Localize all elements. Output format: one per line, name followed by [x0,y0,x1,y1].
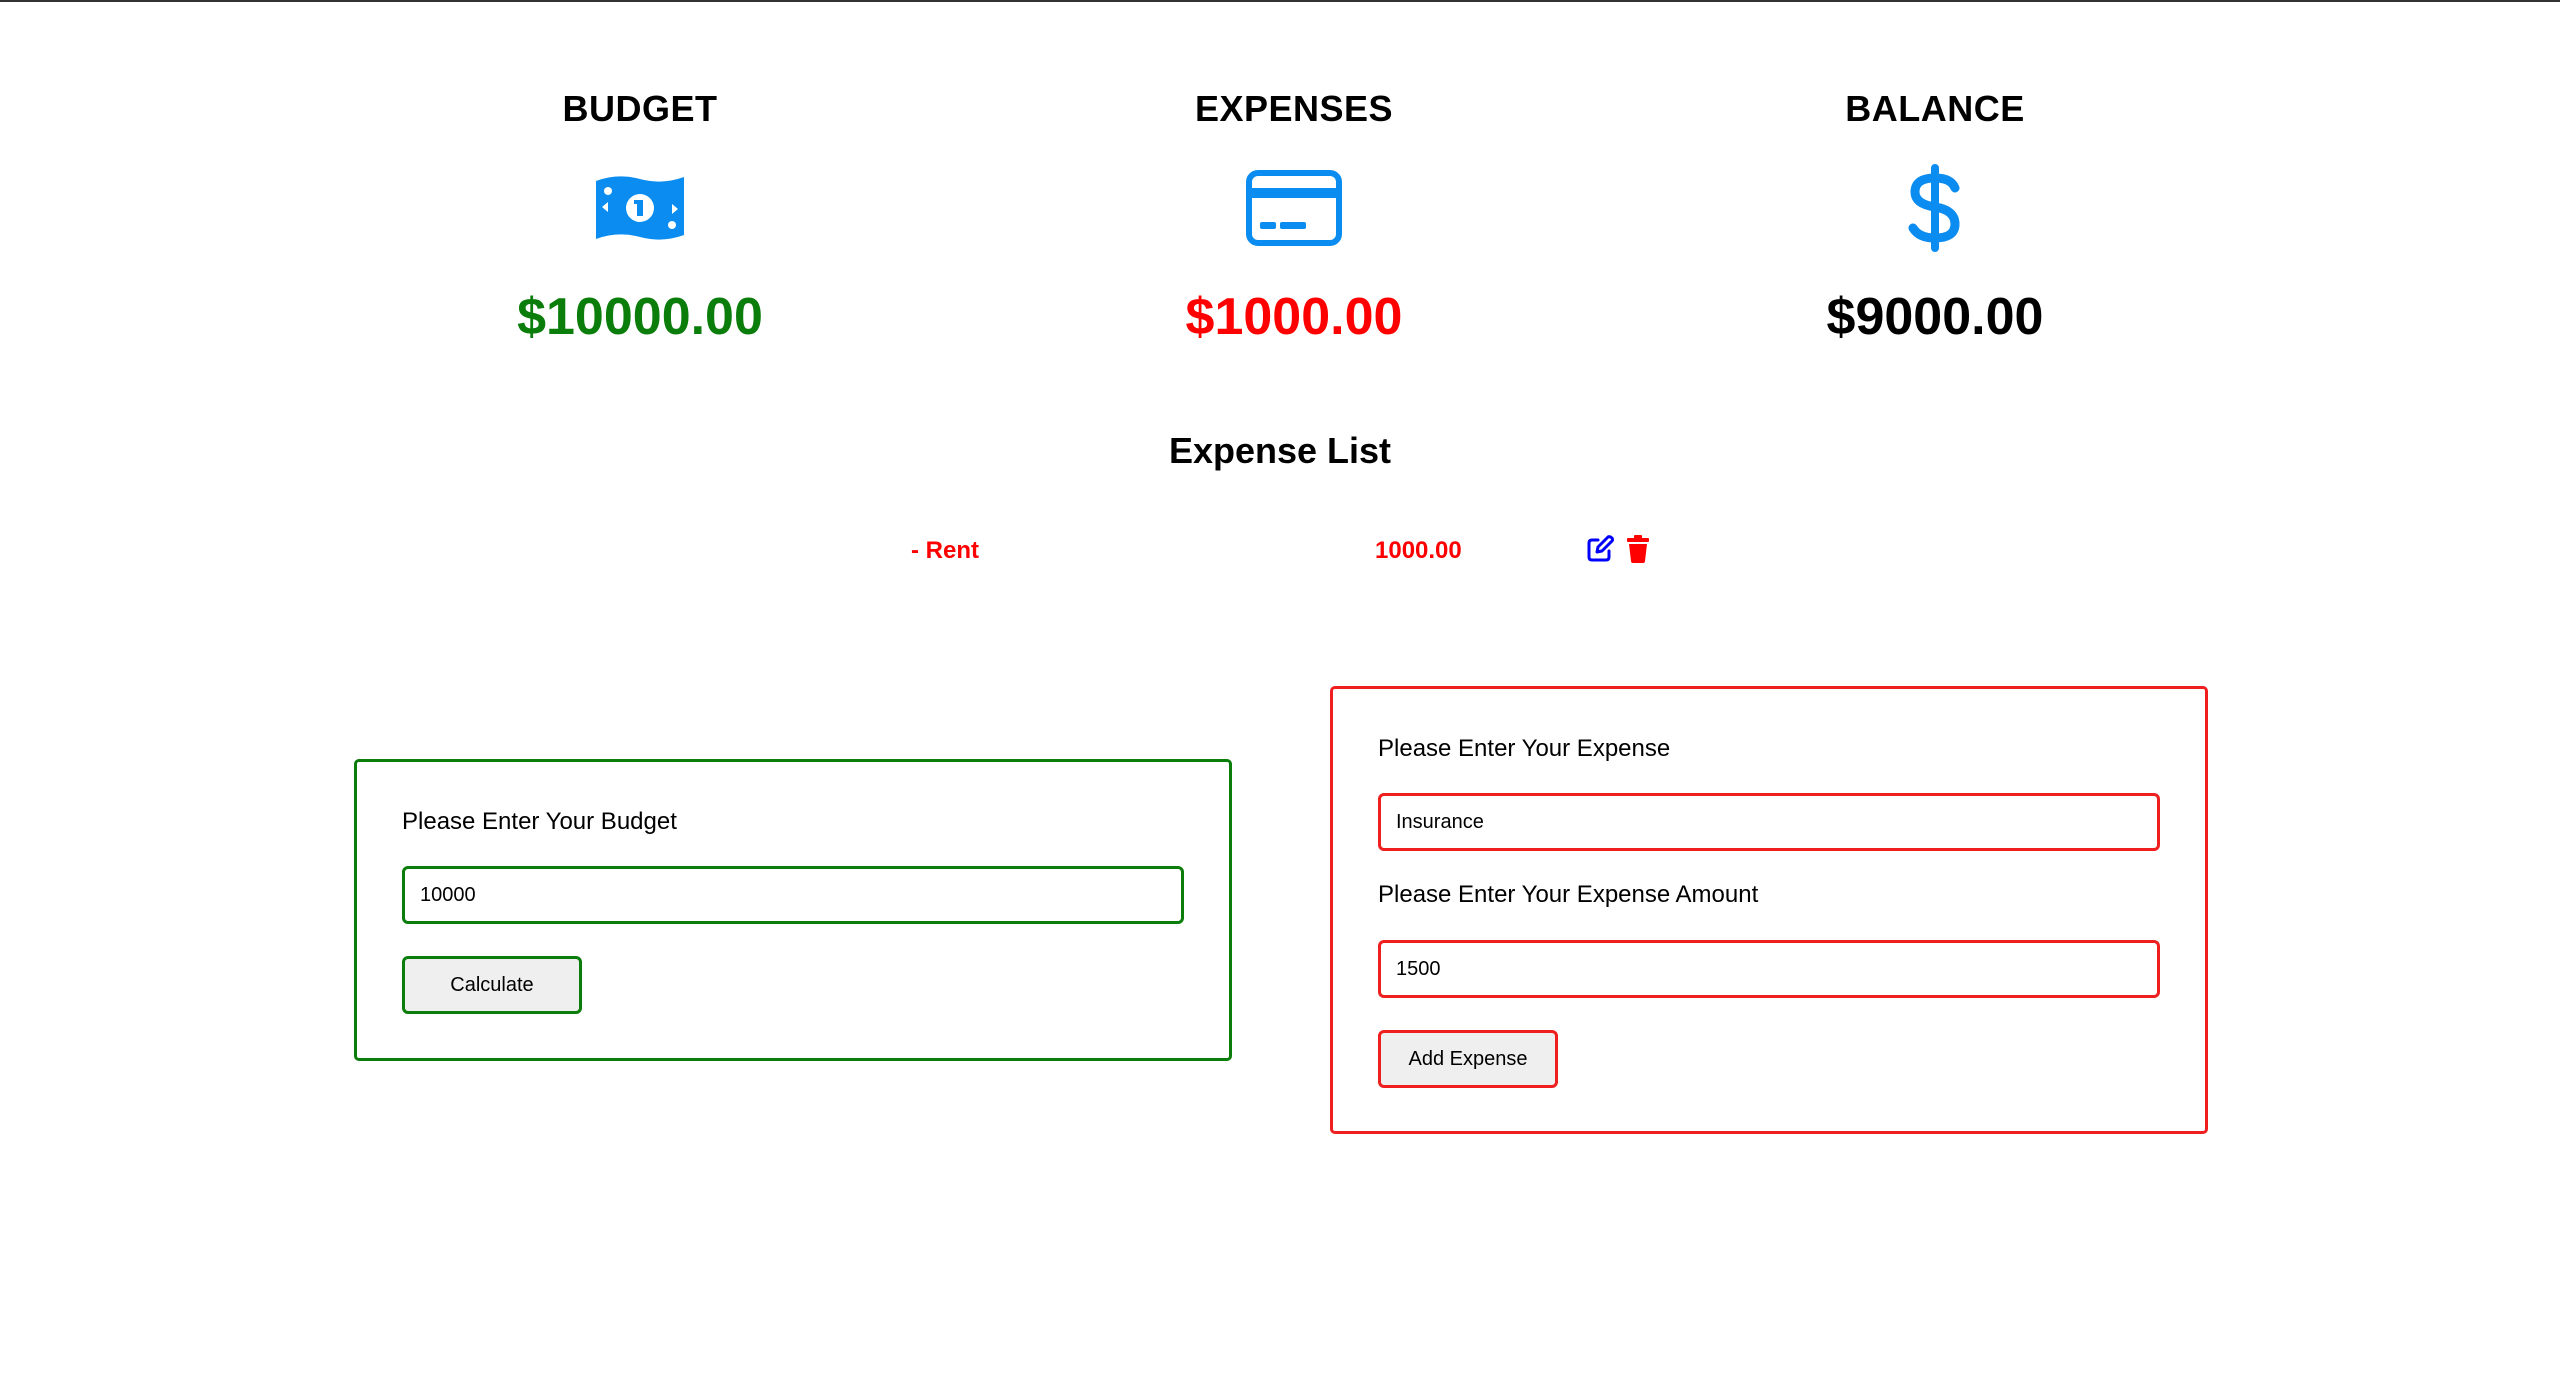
expenses-title: EXPENSES [1194,88,1394,129]
credit-card-icon [1094,165,1494,251]
budget-form: Please Enter Your Budget Calculate [354,759,1232,1061]
budget-title: BUDGET [562,88,718,129]
top-border [0,0,2560,2]
expense-amount-label: Please Enter Your Expense Amount [1378,881,1759,908]
edit-icon[interactable] [1586,535,1614,570]
add-expense-button[interactable]: Add Expense [1378,1030,1558,1088]
budget-value: $10000.00 [517,288,763,346]
expense-amount: 1000.00 [1375,537,1462,564]
dollar-sign-icon [1735,164,2135,252]
budget-label: Please Enter Your Budget [402,808,677,835]
expense-form: Please Enter Your Expense Please Enter Y… [1330,686,2208,1134]
expense-name-label: Please Enter Your Expense [1378,735,1671,762]
expense-name-input[interactable] [1378,793,2160,851]
budget-input[interactable] [402,866,1184,924]
trash-icon[interactable] [1626,535,1650,570]
balance-value: $9000.00 [1826,288,2044,346]
expense-name: - Rent [911,537,979,564]
list-item: - Rent 1000.00 [0,535,2560,569]
money-bill-icon [440,165,840,251]
expense-list-title: Expense List [1168,430,1392,471]
expense-amount-input[interactable] [1378,940,2160,998]
expenses-value: $1000.00 [1185,288,1403,346]
calculate-button[interactable]: Calculate [402,956,582,1014]
balance-title: BALANCE [1845,88,2025,129]
